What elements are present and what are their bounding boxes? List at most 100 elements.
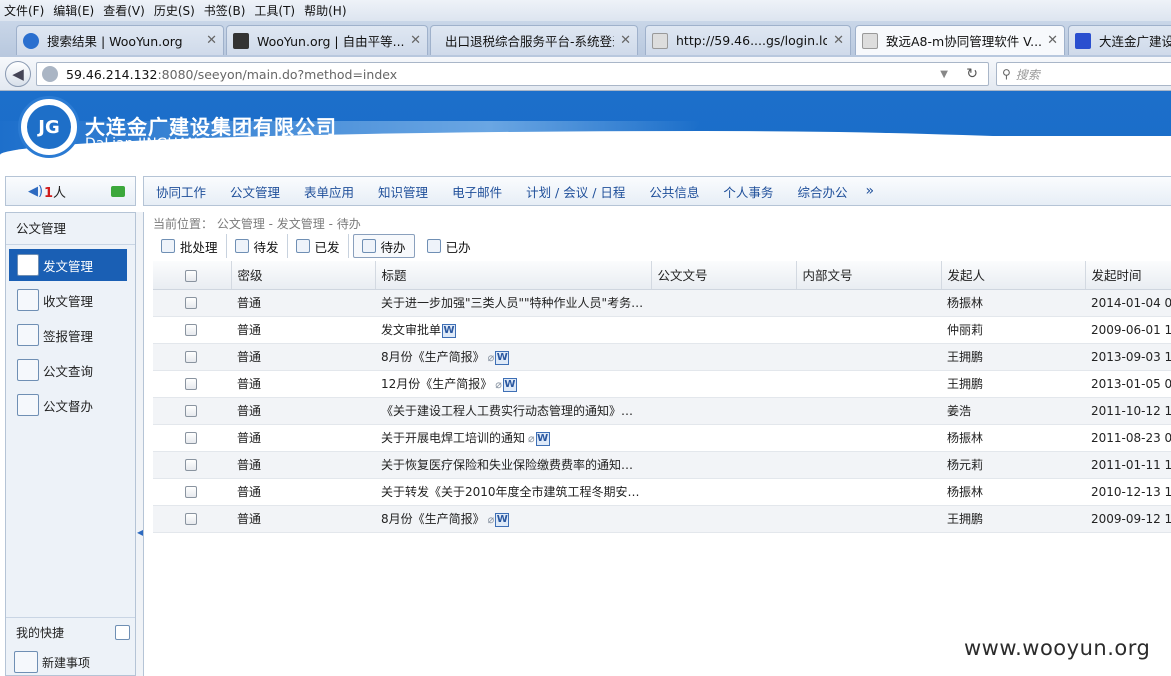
menu-history[interactable]: 历史(S): [154, 2, 195, 19]
status-dropdown-icon[interactable]: [111, 186, 125, 197]
security-level-cell: 普通: [231, 316, 375, 344]
new-item-shortcut[interactable]: 新建事项: [14, 651, 90, 673]
menu-file[interactable]: 文件(F): [4, 2, 44, 19]
menu-view[interactable]: 查看(V): [103, 2, 145, 19]
menu-bookmarks[interactable]: 书签(B): [204, 2, 246, 19]
batch-process-button[interactable]: 批处理: [153, 234, 227, 258]
tab-dalian-jinguang[interactable]: 大连金广建设集: [1068, 25, 1171, 55]
table-row[interactable]: 普通 关于恢复医疗保险和失业保险缴费费率的通知… 杨元莉 2011-01-11 13: [153, 451, 1171, 479]
row-checkbox[interactable]: [185, 432, 197, 444]
todo-button[interactable]: 待办: [352, 234, 415, 258]
title-cell[interactable]: 8月份《生产简报》 ⌀ W: [375, 343, 651, 371]
column-header[interactable]: 标题: [375, 261, 652, 290]
document-title-link[interactable]: 8月份《生产简报》: [381, 512, 485, 526]
menu-edit[interactable]: 编辑(E): [53, 2, 94, 19]
title-cell[interactable]: 关于转发《关于2010年度全市建筑工程冬期安…: [375, 478, 651, 506]
sidebar-item-incoming[interactable]: 收文管理: [9, 284, 127, 316]
tab-wooyun-home[interactable]: WooYun.org | 自由平等... ✕: [226, 25, 428, 55]
menu-tools[interactable]: 工具(T): [254, 2, 295, 19]
menu-public-info[interactable]: 公共信息: [637, 182, 711, 201]
dropdown-icon[interactable]: ▼: [940, 69, 948, 80]
shortcut-settings-icon[interactable]: [115, 625, 130, 640]
document-title-link[interactable]: 发文审批单: [381, 323, 441, 337]
online-users-bar[interactable]: ◀) 1人: [5, 176, 136, 206]
document-title-link[interactable]: 8月份《生产简报》: [381, 350, 485, 364]
tab-wooyun-search[interactable]: 搜索结果 | WooYun.org ✕: [16, 25, 224, 55]
table-row[interactable]: 普通 关于开展电焊工培训的通知 ⌀ W 杨振林 2011-08-23 08: [153, 424, 1171, 452]
menu-form-apps[interactable]: 表单应用: [292, 182, 366, 201]
close-icon[interactable]: ✕: [833, 33, 844, 48]
search-input[interactable]: ⚲ 搜索: [996, 62, 1171, 86]
table-row[interactable]: 普通 关于转发《关于2010年度全市建筑工程冬期安… 杨振林 2010-12-13 1…: [153, 478, 1171, 506]
more-menu-icon[interactable]: »: [859, 183, 874, 199]
sender-cell: 王拥鹏: [941, 505, 1085, 533]
sender-cell: 杨振林: [941, 289, 1085, 317]
document-title-link[interactable]: 关于恢复医疗保险和失业保险缴费费率的通知…: [381, 458, 633, 472]
pending-send-button[interactable]: 待发: [227, 234, 288, 258]
internal-number-cell: [796, 343, 941, 371]
select-all-checkbox[interactable]: [185, 269, 197, 282]
checkbox-cell: [153, 289, 231, 317]
sidebar-item-report[interactable]: 签报管理: [9, 319, 127, 351]
tab-login-log[interactable]: http://59.46....gs/login.log ✕: [645, 25, 851, 55]
doc-number-cell: [651, 478, 796, 506]
title-cell[interactable]: 《关于建设工程人工费实行动态管理的通知》…: [375, 397, 651, 425]
reload-icon[interactable]: ↻: [966, 66, 978, 82]
sidebar-item-supervise[interactable]: 公文督办: [9, 389, 127, 421]
title-cell[interactable]: 关于进一步加强"三类人员""特种作业人员"考务…: [375, 289, 651, 317]
internal-number-cell: [796, 424, 941, 452]
menu-email[interactable]: 电子邮件: [440, 182, 514, 201]
row-checkbox[interactable]: [185, 486, 197, 498]
close-icon[interactable]: ✕: [206, 33, 217, 48]
tab-tax-login[interactable]: 出口退税综合服务平台-系统登录 ✕: [430, 25, 638, 55]
menu-help[interactable]: 帮助(H): [304, 2, 346, 19]
sidebar-splitter[interactable]: ◀: [136, 212, 143, 676]
menu-collaboration[interactable]: 协同工作: [144, 182, 218, 201]
document-title-link[interactable]: 关于转发《关于2010年度全市建筑工程冬期安…: [381, 485, 640, 499]
row-checkbox[interactable]: [185, 324, 197, 336]
menu-knowledge[interactable]: 知识管理: [366, 182, 440, 201]
title-cell[interactable]: 12月份《生产简报》 ⌀ W: [375, 370, 651, 398]
column-header[interactable]: 发起时间: [1085, 261, 1171, 290]
title-cell[interactable]: 发文审批单 W: [375, 316, 651, 344]
table-row[interactable]: 普通 8月份《生产简报》 ⌀ W 王拥鹏 2009-09-12 11: [153, 505, 1171, 533]
sidebar-item-query[interactable]: 公文查询: [9, 354, 127, 386]
tab-seeyon-a8[interactable]: 致远A8-m协同管理软件 V... ✕: [855, 25, 1065, 55]
menu-document-management[interactable]: 公文管理: [218, 182, 292, 201]
title-cell[interactable]: 关于开展电焊工培训的通知 ⌀ W: [375, 424, 651, 452]
column-header[interactable]: 内部文号: [796, 261, 942, 290]
table-row[interactable]: 普通 12月份《生产简报》 ⌀ W 王拥鹏 2013-01-05 09: [153, 370, 1171, 398]
title-cell[interactable]: 关于恢复医疗保险和失业保险缴费费率的通知…: [375, 451, 651, 479]
row-checkbox[interactable]: [185, 351, 197, 363]
back-button[interactable]: ◀: [5, 61, 31, 87]
close-icon[interactable]: ✕: [410, 33, 421, 48]
menu-schedule[interactable]: 计划 / 会议 / 日程: [514, 182, 637, 201]
column-header[interactable]: 密级: [231, 261, 376, 290]
document-title-link[interactable]: 关于开展电焊工培训的通知: [381, 431, 525, 445]
done-button[interactable]: 已办: [419, 234, 479, 258]
column-header[interactable]: 发起人: [941, 261, 1086, 290]
row-checkbox[interactable]: [185, 297, 197, 309]
document-title-link[interactable]: 《关于建设工程人工费实行动态管理的通知》…: [381, 404, 633, 418]
title-cell[interactable]: 8月份《生产简报》 ⌀ W: [375, 505, 651, 533]
menu-office[interactable]: 综合办公: [785, 182, 859, 201]
table-row[interactable]: 普通 《关于建设工程人工费实行动态管理的通知》… 姜浩 2011-10-12 14: [153, 397, 1171, 425]
close-icon[interactable]: ✕: [620, 33, 631, 48]
table-row[interactable]: 普通 发文审批单 W 仲丽莉 2009-06-01 13: [153, 316, 1171, 344]
column-header[interactable]: 公文文号: [651, 261, 797, 290]
sidebar-item-outgoing[interactable]: 发文管理: [9, 249, 127, 281]
row-checkbox[interactable]: [185, 405, 197, 417]
document-title-link[interactable]: 关于进一步加强"三类人员""特种作业人员"考务…: [381, 296, 643, 310]
row-checkbox[interactable]: [185, 513, 197, 525]
document-title-link[interactable]: 12月份《生产简报》: [381, 377, 492, 391]
close-icon[interactable]: ✕: [1047, 33, 1058, 48]
row-checkbox[interactable]: [185, 459, 197, 471]
tab-label: 搜索结果 | WooYun.org: [47, 34, 183, 49]
table-row[interactable]: 普通 8月份《生产简报》 ⌀ W 王拥鹏 2013-09-03 16: [153, 343, 1171, 371]
table-row[interactable]: 普通 关于进一步加强"三类人员""特种作业人员"考务… 杨振林 2014-01-04 …: [153, 289, 1171, 317]
menu-personal[interactable]: 个人事务: [711, 182, 785, 201]
url-bar[interactable]: 59.46.214.132:8080/seeyon/main.do?method…: [36, 62, 989, 86]
new-item-icon: [14, 651, 38, 673]
row-checkbox[interactable]: [185, 378, 197, 390]
sent-button[interactable]: 已发: [288, 234, 349, 258]
